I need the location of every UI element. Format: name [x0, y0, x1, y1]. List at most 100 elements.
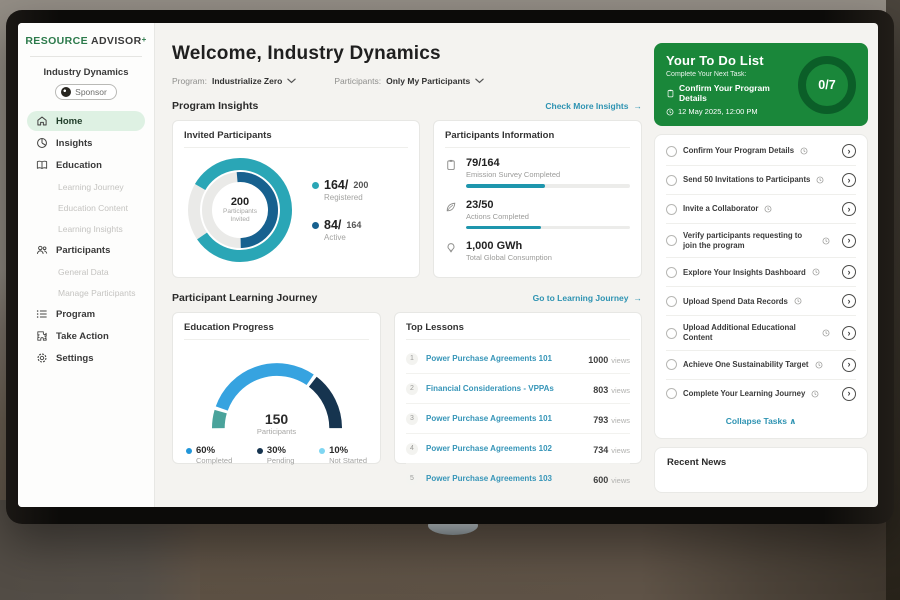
- education-progress-title: Education Progress: [184, 322, 369, 340]
- collapse-tasks-link[interactable]: Collapse Tasks ∧: [666, 408, 856, 436]
- task-checkbox[interactable]: [666, 175, 677, 186]
- legend-dot: [319, 448, 325, 454]
- sidebar-item[interactable]: General Data: [18, 261, 154, 282]
- dashboard-screen: RESOURCE ADVISOR+ Industry Dynamics Spon…: [18, 23, 878, 507]
- todo-task-row[interactable]: Complete Your Learning Journey ›: [666, 380, 856, 408]
- sidebar-item[interactable]: Program: [18, 303, 154, 325]
- participants-value: Only My Participants: [386, 76, 470, 86]
- task-label: Invite a Collaborator: [683, 204, 758, 214]
- task-label: Explore Your Insights Dashboard: [683, 268, 806, 278]
- sidebar-divider: [30, 56, 142, 57]
- task-checkbox[interactable]: [666, 267, 677, 278]
- task-go-button[interactable]: ›: [842, 144, 856, 158]
- task-go-button[interactable]: ›: [842, 234, 856, 248]
- task-checkbox[interactable]: [666, 296, 677, 307]
- gauge-legend: 60% Completed 30% Pending: [184, 445, 369, 465]
- org-name: Industry Dynamics: [18, 67, 154, 78]
- settings-icon: [36, 352, 48, 364]
- sponsor-badge[interactable]: Sponsor: [55, 84, 117, 100]
- sidebar-item-label: Home: [56, 116, 82, 127]
- todo-task-row[interactable]: Send 50 Invitations to Participants ›: [666, 166, 856, 195]
- participants-label: Participants:: [334, 76, 381, 86]
- home-icon: [36, 115, 48, 127]
- sidebar: RESOURCE ADVISOR+ Industry Dynamics Spon…: [18, 23, 155, 507]
- sidebar-item[interactable]: Learning Insights: [18, 218, 154, 239]
- sidebar-item[interactable]: Settings: [18, 347, 154, 369]
- legend-item: 164/200 Registered: [312, 178, 368, 202]
- lesson-link[interactable]: Power Purchase Agreements 101: [426, 354, 580, 363]
- logo-plus: +: [142, 35, 147, 44]
- task-go-button[interactable]: ›: [842, 265, 856, 279]
- sidebar-item[interactable]: Participants: [18, 239, 154, 261]
- task-go-button[interactable]: ›: [842, 294, 856, 308]
- lesson-link[interactable]: Power Purchase Agreements 101: [426, 414, 585, 423]
- todo-tasks-card: Confirm Your Program Details › Send 50 I…: [654, 134, 868, 439]
- task-go-button[interactable]: ›: [842, 358, 856, 372]
- task-go-button[interactable]: ›: [842, 173, 856, 187]
- clock-icon: [764, 205, 772, 213]
- task-go-button[interactable]: ›: [842, 326, 856, 340]
- todo-task-row[interactable]: Explore Your Insights Dashboard ›: [666, 258, 856, 287]
- sidebar-item-label: Program: [56, 309, 95, 320]
- task-checkbox[interactable]: [666, 328, 677, 339]
- program-insights-title: Program Insights: [172, 100, 258, 112]
- sidebar-item-label: Take Action: [56, 331, 109, 342]
- program-insights-header: Program Insights Check More Insights →: [172, 100, 642, 112]
- task-go-button[interactable]: ›: [842, 387, 856, 401]
- legend-item: 30% Pending: [257, 445, 295, 465]
- clock-icon: [800, 147, 808, 155]
- todo-summary-card: Your To Do List Complete Your Next Task:…: [654, 43, 868, 126]
- lesson-link[interactable]: Power Purchase Agreements 103: [426, 474, 585, 483]
- sidebar-item-label: General Data: [58, 267, 109, 277]
- task-label: Complete Your Learning Journey: [683, 389, 805, 399]
- sidebar-item[interactable]: Insights: [18, 132, 154, 154]
- lesson-link[interactable]: Power Purchase Agreements 102: [426, 444, 585, 453]
- sidebar-item[interactable]: Take Action: [18, 325, 154, 347]
- participants-information-card: Participants Information 79/164 Emission…: [433, 120, 642, 278]
- todo-tasks-list: Confirm Your Program Details › Send 50 I…: [666, 137, 856, 408]
- clock-icon: [822, 329, 830, 337]
- clock-icon: [816, 176, 824, 184]
- task-label: Upload Spend Data Records: [683, 297, 788, 307]
- sidebar-item[interactable]: Education: [18, 154, 154, 176]
- go-to-learning-journey-link[interactable]: Go to Learning Journey →: [533, 293, 642, 303]
- monitor-bezel: RESOURCE ADVISOR+ Industry Dynamics Spon…: [6, 10, 894, 524]
- sidebar-item[interactable]: Home: [27, 111, 145, 131]
- gauge-center-label: 150 Participants: [197, 411, 357, 436]
- top-lessons-card: Top Lessons 1 Power Purchase Agreements …: [394, 312, 642, 464]
- insights-cards-row: Invited Participants 200 Participants In…: [172, 120, 642, 278]
- lesson-link[interactable]: Financial Considerations - VPPAs: [426, 384, 585, 393]
- take-action-icon: [36, 330, 48, 342]
- lessons-list: 1 Power Purchase Agreements 101 1000view…: [406, 344, 630, 493]
- logo-secondary: ADVISOR: [91, 35, 142, 47]
- sidebar-item[interactable]: Manage Participants: [18, 282, 154, 303]
- progress-bar: [466, 184, 630, 188]
- task-go-button[interactable]: ›: [842, 202, 856, 216]
- filters-row: Program: Industrialize Zero Participants…: [172, 76, 642, 86]
- task-checkbox[interactable]: [666, 235, 677, 246]
- todo-task-row[interactable]: Invite a Collaborator ›: [666, 195, 856, 224]
- learning-cards-row: Education Progress 150 Participants: [172, 312, 642, 464]
- task-checkbox[interactable]: [666, 359, 677, 370]
- todo-task-row[interactable]: Upload Additional Educational Content ›: [666, 316, 856, 350]
- sidebar-item-label: Learning Journey: [58, 182, 124, 192]
- task-checkbox[interactable]: [666, 204, 677, 215]
- sidebar-item-label: Settings: [56, 353, 93, 364]
- clock-icon: [666, 108, 674, 116]
- todo-task-row[interactable]: Achieve One Sustainability Target ›: [666, 351, 856, 380]
- todo-task-row[interactable]: Verify participants requesting to join t…: [666, 224, 856, 258]
- chevron-down-icon: [475, 78, 484, 84]
- participants-dropdown[interactable]: Participants: Only My Participants: [334, 76, 484, 86]
- program-dropdown[interactable]: Program: Industrialize Zero: [172, 76, 296, 86]
- task-checkbox[interactable]: [666, 146, 677, 157]
- todo-task-row[interactable]: Confirm Your Program Details ›: [666, 137, 856, 166]
- sidebar-item[interactable]: Education Content: [18, 197, 154, 218]
- recent-news-card: Recent News: [654, 447, 868, 493]
- check-more-insights-link[interactable]: Check More Insights →: [545, 101, 642, 111]
- lesson-row: 4 Power Purchase Agreements 102 734views: [406, 434, 630, 464]
- task-label: Verify participants requesting to join t…: [683, 231, 816, 250]
- arrow-right-icon: →: [634, 101, 643, 111]
- sidebar-item[interactable]: Learning Journey: [18, 176, 154, 197]
- todo-task-row[interactable]: Upload Spend Data Records ›: [666, 287, 856, 316]
- task-checkbox[interactable]: [666, 388, 677, 399]
